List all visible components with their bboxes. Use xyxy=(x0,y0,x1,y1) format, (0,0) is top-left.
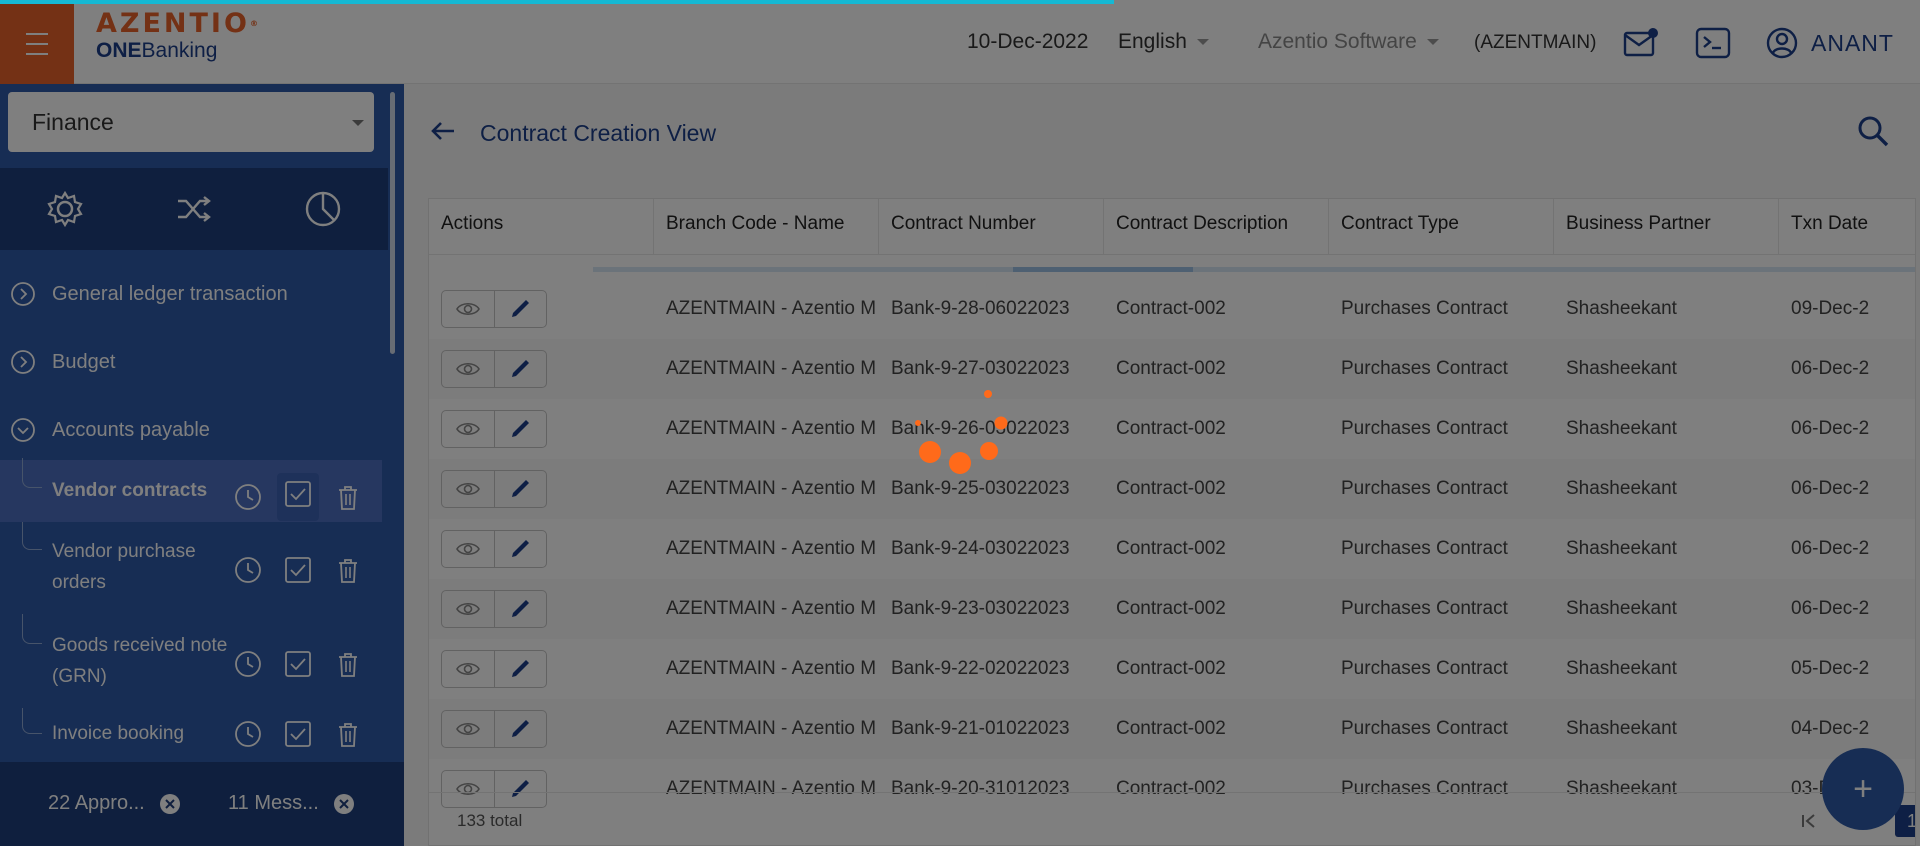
page-loading-bar xyxy=(0,0,1920,4)
page-loading-bar-fill xyxy=(0,0,1114,4)
loading-spinner-icon xyxy=(915,390,1008,474)
